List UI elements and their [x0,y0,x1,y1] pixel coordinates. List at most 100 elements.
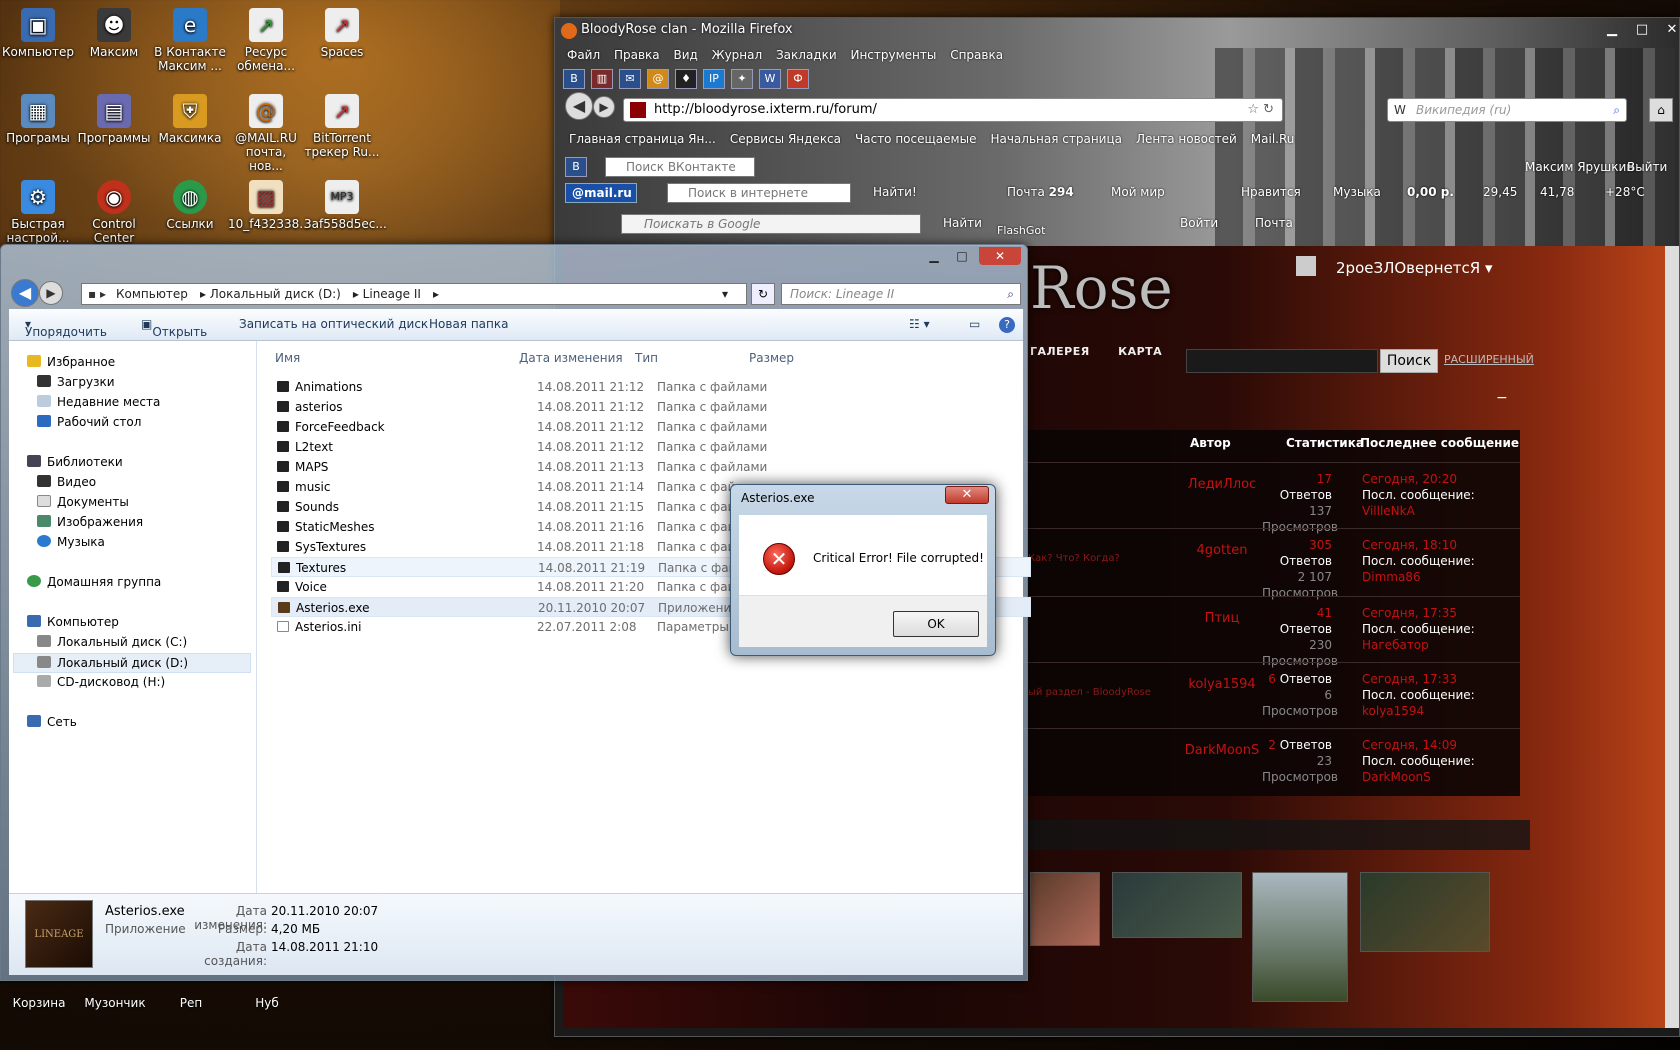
gallery-thumbnail[interactable] [1252,872,1348,1002]
nav-favorites[interactable]: Избранное [27,355,115,369]
column-name[interactable]: Имя [275,351,300,365]
dictionary-icon[interactable]: Ф [787,69,809,89]
money-balance[interactable]: 0,00 р. [1407,185,1454,199]
menu-help[interactable]: Справка [950,48,1003,62]
file-row[interactable]: MAPS 14.08.2011 21:13 Папка с файлами [271,457,1031,477]
address-bar[interactable]: ▪ ▸ Компьютер ▸ Локальный диск (D:) ▸ Line… [81,283,747,305]
forward-button[interactable]: ▶ [593,96,615,118]
maximize-button[interactable]: □ [1627,19,1657,41]
file-row[interactable]: asterios 14.08.2011 21:12 Папка с файлами [271,397,1031,417]
nav-downloads[interactable]: Загрузки [37,375,115,389]
gallery-thumbnail[interactable] [1112,872,1242,938]
home-icon[interactable]: ⌂ [1649,98,1673,122]
search-icon[interactable]: ⌕ [1007,284,1014,304]
preview-pane-icon[interactable]: ▭ [969,317,980,331]
forward-button[interactable]: ▶ [39,281,63,305]
view-options-icon[interactable]: ☷ ▾ [909,317,930,331]
column-size[interactable]: Размер [749,351,794,365]
likes-link[interactable]: Нравится [1241,185,1301,199]
help-icon[interactable]: ? [999,317,1015,333]
mailru-find-button[interactable]: Найти! [873,185,917,199]
gallery-thumbnail[interactable] [1030,872,1100,946]
nav-music[interactable]: Музыка [37,535,105,549]
mail-link[interactable]: Почта 294 [1007,185,1074,199]
desktop-icon-programs1[interactable]: ▦ Програмы [0,94,76,145]
vk-search-input[interactable]: Поиск ВКонтакте [605,157,755,177]
bookmark-item[interactable]: Главная страница Ян... [569,132,716,146]
music-link[interactable]: Музыка [1333,185,1381,199]
desktop-icon-programs2[interactable]: ▤ Программы [76,94,152,145]
desktop-icon-control-center[interactable]: ◉ Control Center [76,180,152,245]
desktop-icon-bittorrent[interactable]: ↗ BitTorrent трекер Ru... [304,94,380,159]
nav-disk-c[interactable]: Локальный диск (C:) [37,635,187,649]
book-icon[interactable]: ▥ [591,69,613,89]
table-row[interactable]: Птиц 41 Ответов 230 Просмотров Сегодня, 17… [1022,596,1520,668]
desktop-icon-mailru[interactable]: @ @MAIL.RU почта, нов... [228,94,304,173]
file-row[interactable]: Animations 14.08.2011 21:12 Папка с файлам… [271,377,1031,397]
forum-search-input[interactable] [1186,349,1378,373]
forum-username[interactable]: 2роеЗЛОвернетсЯ ▾ [1336,259,1493,277]
google-find-button[interactable]: Найти [943,216,982,230]
desktop-icon-muzonchik[interactable]: Музончик [80,996,150,1010]
url-bar[interactable]: http://bloodyrose.ixterm.ru/forum/ ☆ ↻ [623,98,1283,122]
advanced-search-link[interactable]: РАСШИРЕННЫЙ [1444,353,1534,366]
column-type[interactable]: Тип [635,351,658,365]
vertical-scrollbar[interactable] [1665,246,1679,1028]
open-button[interactable]: ▣ Открыть [141,317,207,339]
menu-view[interactable]: Вид [673,48,697,62]
nav-documents[interactable]: Документы [37,495,129,509]
rss-icon[interactable]: @ [647,69,669,89]
desktop-icon-resource[interactable]: ↗ Ресурс обмена... [228,8,304,73]
search-input[interactable]: Поиск: Lineage II ⌕ [781,283,1021,305]
vk-icon[interactable]: В [563,69,585,89]
close-button[interactable]: ✕ [1657,19,1680,41]
nav-gallery[interactable]: ГАЛЕРЕЯ [1030,345,1090,358]
menu-history[interactable]: Журнал [712,48,763,62]
minimize-button[interactable]: ▁ [921,247,947,265]
nav-map[interactable]: КАРТА [1118,345,1162,358]
vk-user-name[interactable]: Максим Ярушкин [1525,160,1634,174]
nav-network[interactable]: Сеть [27,715,77,729]
desktop-icon-file1[interactable]: ▨ 10_f432338... [228,180,311,231]
forum-search-button[interactable]: Поиск [1380,349,1438,373]
bookmark-item[interactable]: Начальная страница [990,132,1122,146]
menu-tools[interactable]: Инструменты [850,48,936,62]
desktop-icon-spaces[interactable]: ↗ Spaces [304,8,380,59]
nav-disk-d[interactable]: Локальный диск (D:) [13,653,251,673]
breadcrumb-disk-d[interactable]: Локальный диск (D:) [210,287,341,301]
mail-icon[interactable]: ✉ [619,69,641,89]
refresh-icon[interactable]: ↻ [751,283,775,305]
nav-computer[interactable]: Компьютер [27,615,119,629]
weather-temp[interactable]: +28°C [1605,185,1645,199]
w-icon[interactable]: W [759,69,781,89]
back-button[interactable]: ◀ [11,279,39,307]
nav-desktop[interactable]: Рабочий стол [37,415,141,429]
flashgot-button[interactable]: FlashGot [997,224,1045,237]
collapse-icon[interactable]: − [1496,390,1508,406]
menu-bookmarks[interactable]: Закладки [776,48,837,62]
signin-link[interactable]: Войти [1180,216,1218,230]
desktop-icon-links[interactable]: ◍ Ссылки [152,180,228,231]
desktop-icon-maksimka[interactable]: ⛨ Максимка [152,94,228,145]
ip-icon[interactable]: IP [703,69,725,89]
nav-cd-drive[interactable]: CD-дисковод (H:) [37,675,165,689]
nav-homegroup[interactable]: Домашняя группа [27,575,161,589]
desktop-icon-vkontakte[interactable]: eВ Контакте Максим ... [152,8,228,73]
bloodyrose-icon[interactable]: ♦ [675,69,697,89]
bookmark-item[interactable]: Mail.Ru [1251,132,1295,146]
menu-edit[interactable]: Правка [614,48,660,62]
breadcrumb-computer[interactable]: Компьютер [116,287,188,301]
organize-button[interactable]: Упорядочить ▾ [25,317,107,339]
avatar[interactable] [1296,256,1316,276]
menu-file[interactable]: Файл [567,48,600,62]
chevron-down-icon[interactable]: ▾ [722,284,728,304]
gallery-thumbnail[interactable] [1360,872,1490,952]
desktop-icon-maxim[interactable]: ☻ Максим [76,8,152,59]
breadcrumb-lineage[interactable]: Lineage II [363,287,421,301]
close-button[interactable]: ✕ [979,247,1021,265]
bookmark-item[interactable]: Часто посещаемые [855,132,976,146]
mymir-link[interactable]: Мой мир [1111,185,1165,199]
mailru-search-input[interactable]: Поиск в интернете [667,183,851,203]
new-folder-button[interactable]: Новая папка [429,317,508,331]
maximize-button[interactable]: □ [949,247,975,265]
